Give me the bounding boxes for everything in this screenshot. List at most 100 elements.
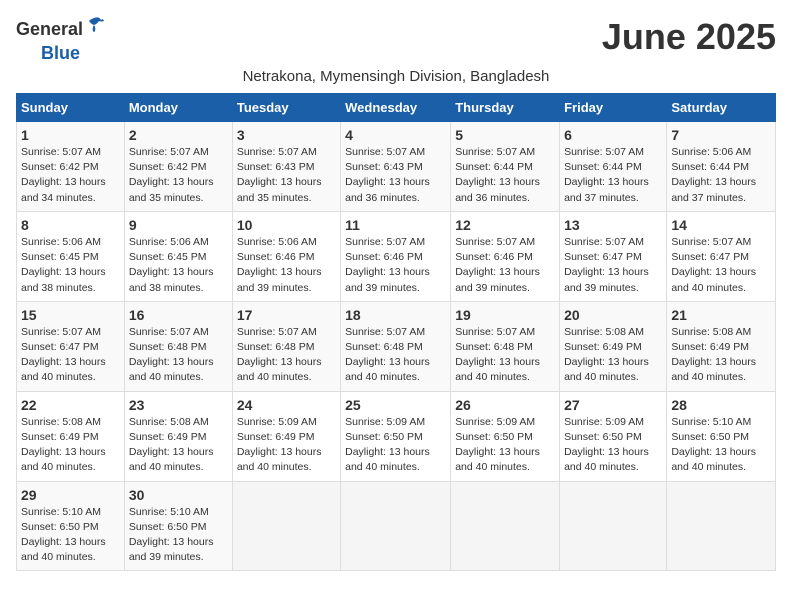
day-number: 24 <box>237 397 336 413</box>
calendar-cell: 14 Sunrise: 5:07 AM Sunset: 6:47 PM Dayli… <box>667 211 776 301</box>
day-number: 12 <box>455 217 555 233</box>
calendar-cell: 19Sunrise: 5:07 AM Sunset: 6:48 PM Dayli… <box>451 301 560 391</box>
logo-bird-icon <box>83 14 105 36</box>
day-info: Sunrise: 5:10 AM Sunset: 6:50 PM Dayligh… <box>671 415 771 476</box>
calendar-cell: 28 Sunrise: 5:10 AM Sunset: 6:50 PM Dayli… <box>667 391 776 481</box>
day-info: Sunrise: 5:07 AM Sunset: 6:47 PM Dayligh… <box>21 325 120 386</box>
day-number: 11 <box>345 217 446 233</box>
day-number: 13 <box>564 217 662 233</box>
header-wednesday: Wednesday <box>341 94 451 122</box>
week-row-5: 29 Sunrise: 5:10 AM Sunset: 6:50 PM Dayli… <box>17 481 776 571</box>
day-info: Sunrise: 5:08 AM Sunset: 6:49 PM Dayligh… <box>671 325 771 386</box>
logo: General Blue <box>16 16 105 64</box>
day-number: 8 <box>21 217 120 233</box>
day-number: 3 <box>237 127 336 143</box>
calendar-cell: 13 Sunrise: 5:07 AM Sunset: 6:47 PM Dayli… <box>560 211 667 301</box>
day-info: Sunrise: 5:07 AM Sunset: 6:48 PM Dayligh… <box>455 325 555 386</box>
day-number: 25 <box>345 397 446 413</box>
day-number: 14 <box>671 217 771 233</box>
day-number: 26 <box>455 397 555 413</box>
logo-content: General Blue <box>16 16 105 64</box>
day-number: 23 <box>129 397 228 413</box>
page-title: June 2025 <box>602 16 776 58</box>
day-info: Sunrise: 5:07 AM Sunset: 6:42 PM Dayligh… <box>129 145 228 206</box>
calendar-cell <box>667 481 776 571</box>
day-info: Sunrise: 5:07 AM Sunset: 6:46 PM Dayligh… <box>455 235 555 296</box>
header-area: General Blue June 2025 <box>16 16 776 64</box>
logo-blue: Blue <box>41 43 80 64</box>
day-info: Sunrise: 5:08 AM Sunset: 6:49 PM Dayligh… <box>129 415 228 476</box>
day-info: Sunrise: 5:10 AM Sunset: 6:50 PM Dayligh… <box>21 505 120 566</box>
calendar-cell: 22 Sunrise: 5:08 AM Sunset: 6:49 PM Dayli… <box>17 391 125 481</box>
day-info: Sunrise: 5:07 AM Sunset: 6:48 PM Dayligh… <box>237 325 336 386</box>
day-number: 20 <box>564 307 662 323</box>
day-info: Sunrise: 5:07 AM Sunset: 6:44 PM Dayligh… <box>455 145 555 206</box>
week-row-3: 15 Sunrise: 5:07 AM Sunset: 6:47 PM Dayli… <box>17 301 776 391</box>
logo-general: General <box>16 19 83 40</box>
calendar-cell: 15 Sunrise: 5:07 AM Sunset: 6:47 PM Dayli… <box>17 301 125 391</box>
day-number: 10 <box>237 217 336 233</box>
header-friday: Friday <box>560 94 667 122</box>
day-number: 15 <box>21 307 120 323</box>
day-number: 1 <box>21 127 120 143</box>
calendar-cell: 6Sunrise: 5:07 AM Sunset: 6:44 PM Daylig… <box>560 122 667 212</box>
day-info: Sunrise: 5:09 AM Sunset: 6:50 PM Dayligh… <box>455 415 555 476</box>
day-info: Sunrise: 5:07 AM Sunset: 6:44 PM Dayligh… <box>564 145 662 206</box>
header-saturday: Saturday <box>667 94 776 122</box>
day-info: Sunrise: 5:07 AM Sunset: 6:48 PM Dayligh… <box>345 325 446 386</box>
day-info: Sunrise: 5:07 AM Sunset: 6:47 PM Dayligh… <box>564 235 662 296</box>
page: General Blue June 2025 Netrakona, Mymens… <box>0 0 792 587</box>
calendar-cell: 11Sunrise: 5:07 AM Sunset: 6:46 PM Dayli… <box>341 211 451 301</box>
calendar-cell: 1 Sunrise: 5:07 AM Sunset: 6:42 PM Daylig… <box>17 122 125 212</box>
day-info: Sunrise: 5:07 AM Sunset: 6:47 PM Dayligh… <box>671 235 771 296</box>
calendar-cell: 4Sunrise: 5:07 AM Sunset: 6:43 PM Daylig… <box>341 122 451 212</box>
calendar-cell: 16 Sunrise: 5:07 AM Sunset: 6:48 PM Dayli… <box>124 301 232 391</box>
day-info: Sunrise: 5:06 AM Sunset: 6:46 PM Dayligh… <box>237 235 336 296</box>
day-info: Sunrise: 5:07 AM Sunset: 6:42 PM Dayligh… <box>21 145 120 206</box>
day-info: Sunrise: 5:06 AM Sunset: 6:45 PM Dayligh… <box>129 235 228 296</box>
day-number: 22 <box>21 397 120 413</box>
calendar-cell: 23 Sunrise: 5:08 AM Sunset: 6:49 PM Dayli… <box>124 391 232 481</box>
day-info: Sunrise: 5:07 AM Sunset: 6:43 PM Dayligh… <box>345 145 446 206</box>
day-number: 2 <box>129 127 228 143</box>
calendar-cell: 2 Sunrise: 5:07 AM Sunset: 6:42 PM Daylig… <box>124 122 232 212</box>
week-row-4: 22 Sunrise: 5:08 AM Sunset: 6:49 PM Dayli… <box>17 391 776 481</box>
day-number: 27 <box>564 397 662 413</box>
day-info: Sunrise: 5:07 AM Sunset: 6:43 PM Dayligh… <box>237 145 336 206</box>
day-number: 18 <box>345 307 446 323</box>
day-number: 7 <box>671 127 771 143</box>
header-monday: Monday <box>124 94 232 122</box>
week-row-2: 8 Sunrise: 5:06 AM Sunset: 6:45 PM Daylig… <box>17 211 776 301</box>
header-tuesday: Tuesday <box>232 94 340 122</box>
day-info: Sunrise: 5:09 AM Sunset: 6:49 PM Dayligh… <box>237 415 336 476</box>
day-number: 29 <box>21 487 120 503</box>
day-info: Sunrise: 5:09 AM Sunset: 6:50 PM Dayligh… <box>564 415 662 476</box>
week-row-1: 1 Sunrise: 5:07 AM Sunset: 6:42 PM Daylig… <box>17 122 776 212</box>
calendar-cell: 20 Sunrise: 5:08 AM Sunset: 6:49 PM Dayli… <box>560 301 667 391</box>
calendar-cell: 12 Sunrise: 5:07 AM Sunset: 6:46 PM Dayli… <box>451 211 560 301</box>
day-info: Sunrise: 5:06 AM Sunset: 6:44 PM Dayligh… <box>671 145 771 206</box>
day-info: Sunrise: 5:08 AM Sunset: 6:49 PM Dayligh… <box>21 415 120 476</box>
day-info: Sunrise: 5:07 AM Sunset: 6:48 PM Dayligh… <box>129 325 228 386</box>
calendar-cell: 30 Sunrise: 5:10 AM Sunset: 6:50 PM Dayli… <box>124 481 232 571</box>
calendar-cell <box>451 481 560 571</box>
day-number: 28 <box>671 397 771 413</box>
day-number: 16 <box>129 307 228 323</box>
calendar-cell: 7 Sunrise: 5:06 AM Sunset: 6:44 PM Daylig… <box>667 122 776 212</box>
calendar-cell: 8Sunrise: 5:06 AM Sunset: 6:45 PM Daylig… <box>17 211 125 301</box>
header-sunday: Sunday <box>17 94 125 122</box>
calendar-cell: 26 Sunrise: 5:09 AM Sunset: 6:50 PM Dayli… <box>451 391 560 481</box>
calendar-cell <box>232 481 340 571</box>
day-info: Sunrise: 5:08 AM Sunset: 6:49 PM Dayligh… <box>564 325 662 386</box>
day-info: Sunrise: 5:10 AM Sunset: 6:50 PM Dayligh… <box>129 505 228 566</box>
day-number: 17 <box>237 307 336 323</box>
calendar-cell: 24 Sunrise: 5:09 AM Sunset: 6:49 PM Dayli… <box>232 391 340 481</box>
calendar-table: SundayMondayTuesdayWednesdayThursdayFrid… <box>16 93 776 571</box>
header-row: SundayMondayTuesdayWednesdayThursdayFrid… <box>17 94 776 122</box>
calendar-cell: 29 Sunrise: 5:10 AM Sunset: 6:50 PM Dayli… <box>17 481 125 571</box>
calendar-cell <box>341 481 451 571</box>
calendar-cell: 21Sunrise: 5:08 AM Sunset: 6:49 PM Dayli… <box>667 301 776 391</box>
day-number: 30 <box>129 487 228 503</box>
calendar-cell: 5Sunrise: 5:07 AM Sunset: 6:44 PM Daylig… <box>451 122 560 212</box>
calendar-cell: 27 Sunrise: 5:09 AM Sunset: 6:50 PM Dayli… <box>560 391 667 481</box>
